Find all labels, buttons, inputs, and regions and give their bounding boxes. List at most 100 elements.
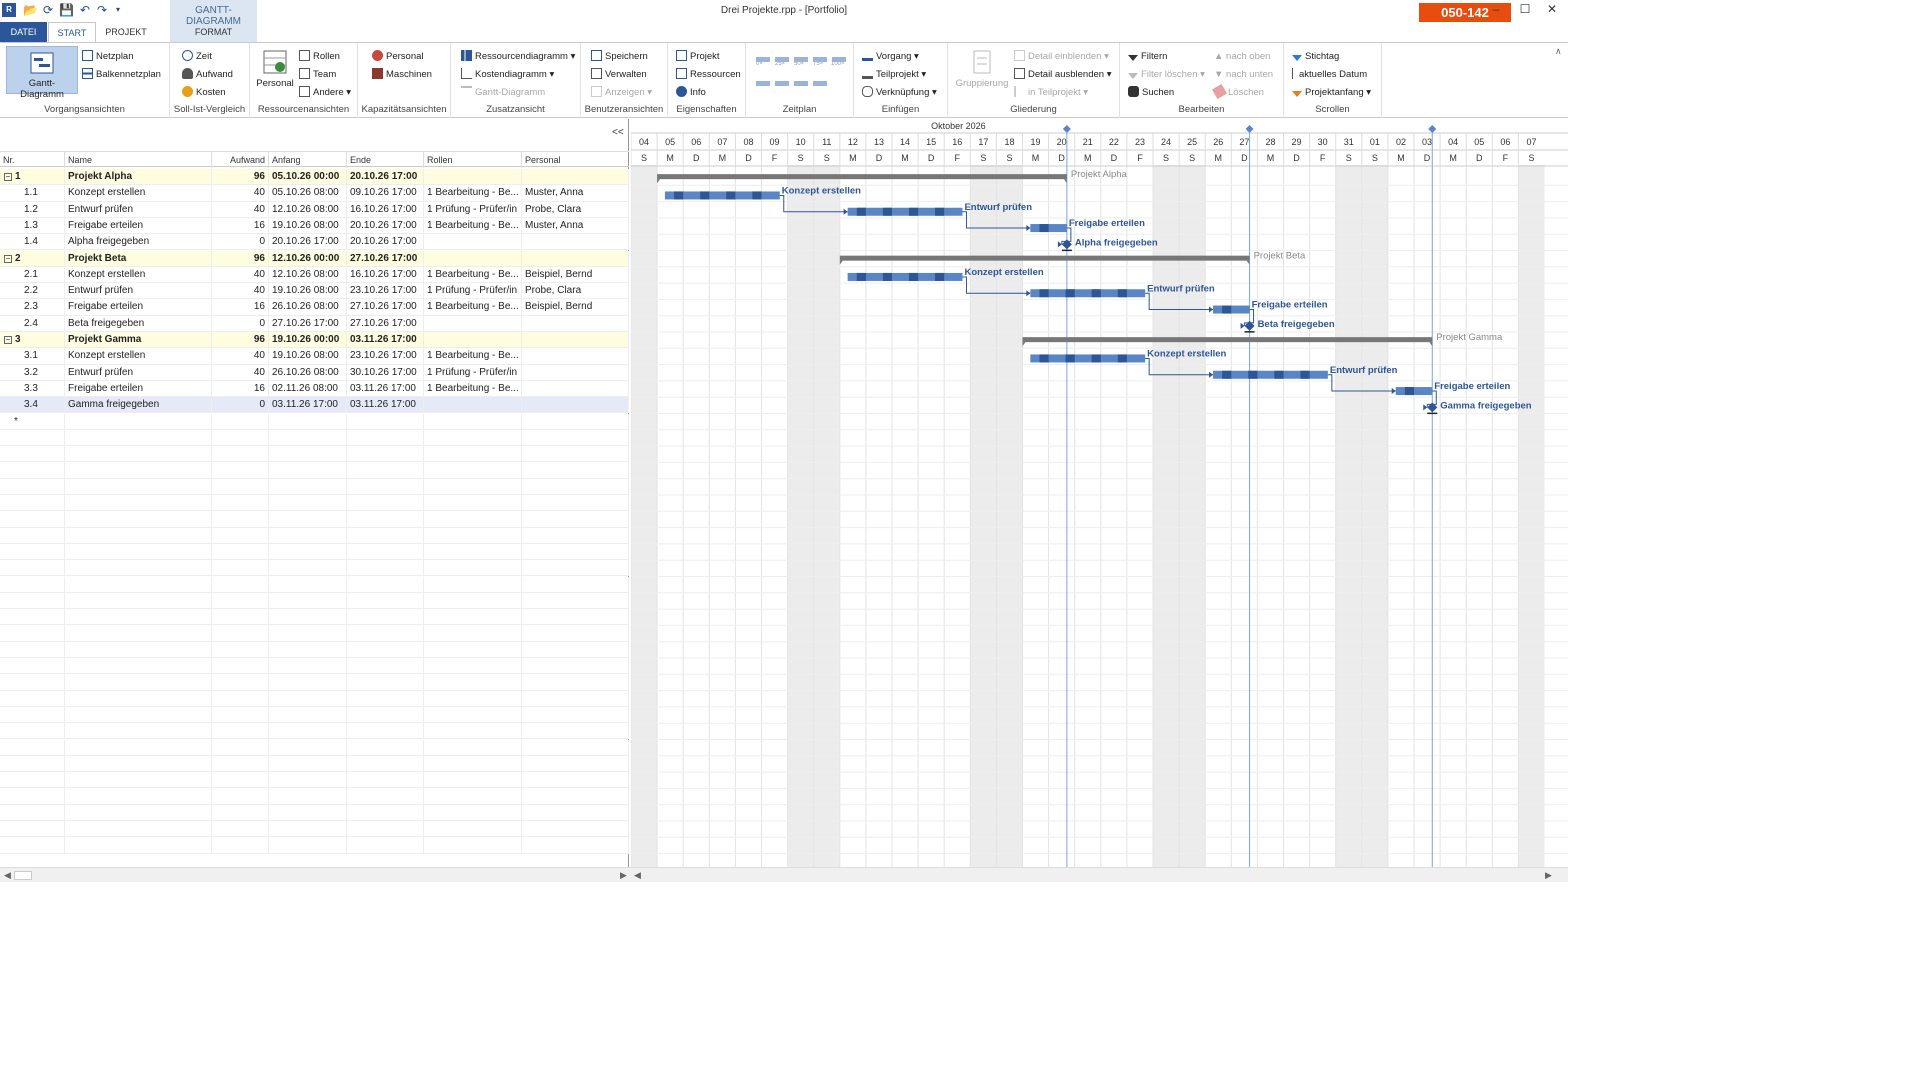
cell-aufwand[interactable]: 96 — [212, 250, 269, 267]
empty-cell[interactable] — [347, 658, 424, 674]
cell-name[interactable]: Projekt Beta — [65, 250, 212, 267]
col-header-ende[interactable]: Ende — [347, 152, 424, 168]
cell-ende[interactable]: 27.10.26 17:00 — [347, 299, 424, 316]
empty-row[interactable] — [0, 641, 629, 658]
empty-cell[interactable] — [522, 543, 629, 560]
cell-anfang[interactable]: 02.11.26 08:00 — [269, 380, 347, 397]
zeit-button[interactable]: Zeit — [182, 49, 212, 64]
empty-cell[interactable] — [0, 837, 65, 854]
table-row[interactable]: 3.1 Konzept erstellen 40 19.10.26 08:00 23.1… — [0, 348, 629, 365]
empty-cell[interactable] — [522, 560, 629, 577]
empty-cell[interactable] — [424, 609, 522, 626]
empty-cell[interactable] — [424, 690, 522, 707]
empty-cell[interactable] — [0, 804, 65, 821]
cell-personal[interactable]: Probe, Clara — [522, 201, 629, 218]
table-row[interactable]: 3.4 Gamma freigegeben 0 03.11.26 17:00 03.11… — [0, 397, 629, 414]
gantt-diagram-button[interactable]: Gantt-Diagramm — [6, 46, 78, 100]
cell-personal[interactable]: Probe, Clara — [522, 283, 629, 300]
empty-cell[interactable] — [522, 462, 629, 479]
cell-rollen[interactable] — [424, 234, 522, 251]
empty-cell[interactable] — [212, 413, 269, 430]
empty-cell[interactable] — [65, 788, 212, 805]
cell-personal[interactable] — [522, 332, 629, 348]
summary-bar[interactable] — [1022, 337, 1433, 343]
aktuelles-datum-button[interactable]: aktuelles Datum — [1292, 67, 1367, 82]
cell-name[interactable]: Konzept erstellen — [65, 266, 212, 283]
empty-cell[interactable] — [424, 511, 522, 528]
cell-anfang[interactable]: 27.10.26 17:00 — [269, 315, 347, 332]
cell-anfang[interactable]: 19.10.26 00:00 — [269, 332, 347, 348]
empty-cell[interactable] — [212, 625, 269, 642]
cell-personal[interactable]: Muster, Anna — [522, 185, 629, 202]
empty-cell[interactable] — [347, 739, 424, 756]
col-header-rollen[interactable]: Rollen — [424, 152, 522, 168]
collapse-toggle-icon[interactable]: − — [4, 254, 12, 263]
empty-cell[interactable] — [0, 821, 65, 837]
cell-rollen[interactable] — [424, 397, 522, 414]
empty-cell[interactable] — [424, 543, 522, 560]
ribbon-collapse-icon[interactable]: ∧ — [1555, 46, 1562, 57]
cell-rollen[interactable] — [424, 250, 522, 267]
empty-cell[interactable] — [424, 788, 522, 805]
cell-rollen[interactable]: 1 Bearbeitung - Be... — [424, 217, 522, 234]
empty-cell[interactable] — [424, 560, 522, 577]
table-row[interactable]: 1.4 Alpha freigegeben 0 20.10.26 17:00 20.10… — [0, 234, 629, 251]
cell-aufwand[interactable]: 40 — [212, 364, 269, 381]
empty-cell[interactable] — [0, 592, 65, 609]
empty-cell[interactable] — [0, 478, 65, 495]
empty-cell[interactable] — [269, 609, 347, 626]
cell-aufwand[interactable]: 0 — [212, 397, 269, 414]
empty-cell[interactable] — [522, 641, 629, 658]
empty-cell[interactable] — [347, 527, 424, 544]
gantt-scroll-right-icon[interactable]: ▶ — [1545, 870, 1552, 881]
cell-nr[interactable]: −2 — [0, 250, 65, 267]
empty-cell[interactable] — [65, 543, 212, 560]
empty-cell[interactable] — [269, 674, 347, 691]
cell-anfang[interactable]: 12.10.26 00:00 — [269, 250, 347, 267]
empty-cell[interactable] — [269, 413, 347, 430]
tab-projekt[interactable]: PROJEKT — [98, 22, 154, 43]
empty-cell[interactable] — [0, 674, 65, 691]
cell-rollen[interactable]: 1 Bearbeitung - Be... — [424, 348, 522, 365]
empty-cell[interactable] — [522, 446, 629, 463]
empty-cell[interactable] — [0, 429, 65, 446]
col-header-aufwand[interactable]: Aufwand — [212, 152, 269, 168]
empty-cell[interactable] — [522, 658, 629, 674]
cell-rollen[interactable] — [424, 332, 522, 348]
cell-name[interactable]: Entwurf prüfen — [65, 201, 212, 218]
tab-format[interactable]: FORMAT — [170, 22, 257, 43]
cell-ende[interactable]: 20.10.26 17:00 — [347, 217, 424, 234]
empty-cell[interactable] — [424, 658, 522, 674]
empty-cell[interactable] — [269, 658, 347, 674]
empty-cell[interactable] — [424, 478, 522, 495]
empty-cell[interactable] — [65, 690, 212, 707]
cell-anfang[interactable]: 19.10.26 08:00 — [269, 217, 347, 234]
empty-cell[interactable] — [212, 511, 269, 528]
empty-cell[interactable] — [347, 821, 424, 837]
empty-cell[interactable] — [424, 755, 522, 772]
cell-nr[interactable]: 2.1 — [0, 266, 65, 283]
empty-cell[interactable] — [269, 527, 347, 544]
cell-anfang[interactable]: 19.10.26 08:00 — [269, 348, 347, 365]
empty-cell[interactable] — [212, 690, 269, 707]
col-header-name[interactable]: Name — [65, 152, 212, 168]
empty-cell[interactable] — [347, 641, 424, 658]
empty-cell[interactable] — [347, 413, 424, 430]
cell-nr[interactable]: 2.2 — [0, 283, 65, 300]
empty-cell[interactable] — [424, 821, 522, 837]
empty-cell[interactable] — [65, 462, 212, 479]
gantt-scroll-left-icon[interactable]: ◀ — [634, 870, 641, 881]
filter-loeschen-button[interactable]: Filter löschen ▾ — [1128, 67, 1205, 82]
cell-nr[interactable]: 2.4 — [0, 315, 65, 332]
empty-cell[interactable] — [424, 527, 522, 544]
cell-rollen[interactable]: 1 Bearbeitung - Be... — [424, 380, 522, 397]
empty-cell[interactable] — [65, 658, 212, 674]
cell-rollen[interactable]: 1 Bearbeitung - Be... — [424, 266, 522, 283]
empty-cell[interactable] — [269, 576, 347, 593]
cell-nr[interactable]: 1.2 — [0, 201, 65, 218]
collapse-toggle-icon[interactable]: − — [4, 336, 12, 344]
suchen-button[interactable]: Suchen — [1128, 85, 1174, 100]
empty-row[interactable] — [0, 625, 629, 642]
empty-cell[interactable] — [212, 706, 269, 723]
cell-ende[interactable]: 09.10.26 17:00 — [347, 185, 424, 202]
